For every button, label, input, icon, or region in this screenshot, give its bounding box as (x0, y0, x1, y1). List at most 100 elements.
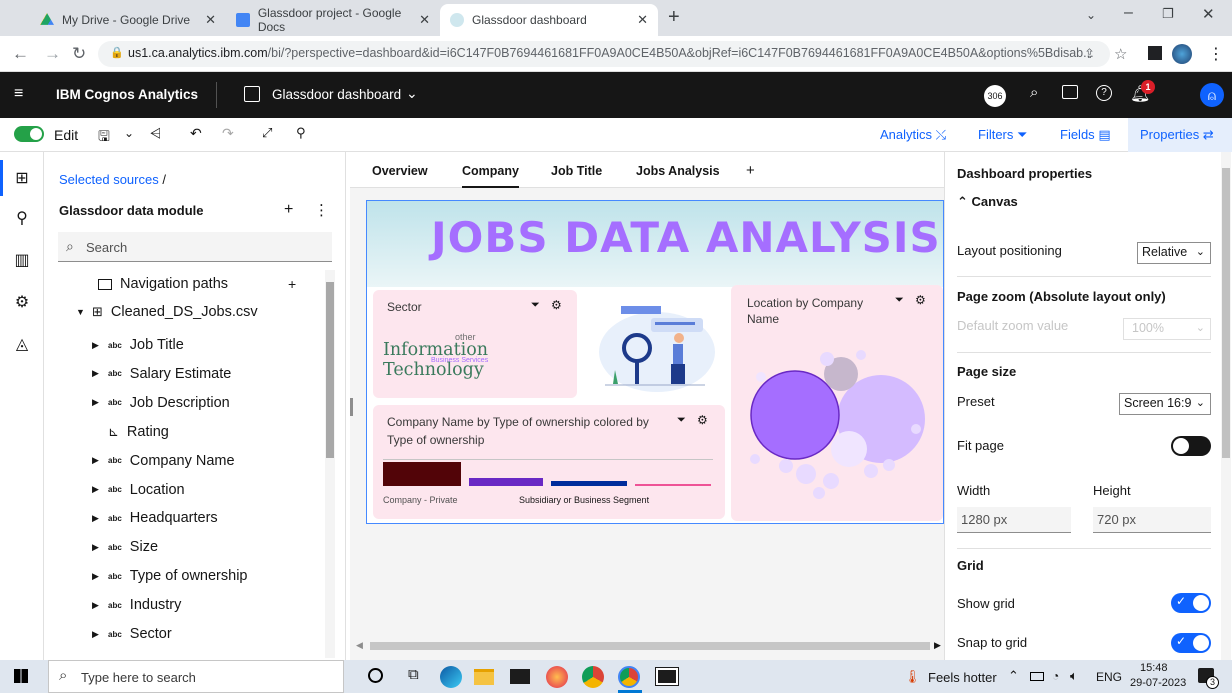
undo-icon[interactable]: ↶ (190, 125, 202, 142)
caret-right-icon[interactable]: ▶ (92, 397, 108, 408)
pin-icon[interactable]: ⚲ (296, 125, 306, 141)
more-menu-icon[interactable]: ⋮ (1208, 44, 1224, 64)
fields-button[interactable]: Fields ▤ (1060, 127, 1111, 143)
add-tab-icon[interactable]: + (746, 162, 755, 179)
caret-right-icon[interactable]: ▶ (92, 542, 108, 553)
field-item[interactable]: ▶ abc Location (92, 479, 185, 501)
url-field[interactable]: 🔒 us1.ca.analytics.ibm.com/bi/?perspecti… (98, 41, 1110, 67)
scroll-right-icon[interactable]: ▶ (934, 640, 941, 651)
properties-button[interactable]: Properties ⇄ (1128, 118, 1232, 152)
filter-icon[interactable]: ⏷ (677, 414, 686, 427)
share-icon[interactable]: ⇪ (1084, 46, 1095, 62)
save-icon[interactable]: 🖫︎ (98, 126, 110, 150)
volume-icon[interactable]: 🔈︎ (1070, 668, 1078, 684)
clock-time[interactable]: 15:48 (1140, 662, 1168, 674)
field-item[interactable]: ▶ abc Company Name (92, 450, 235, 472)
visualizations-icon[interactable]: ▥ (12, 250, 32, 270)
minimize-icon[interactable]: – (1124, 4, 1133, 22)
more-options-icon[interactable]: ⋮ (314, 201, 329, 219)
scrollbar-thumb[interactable] (1222, 168, 1230, 458)
tab-overview[interactable]: Overview (372, 164, 428, 178)
caret-right-icon[interactable]: ▶ (92, 455, 108, 466)
data-sources-icon[interactable]: ⊞ (12, 168, 32, 188)
field-item[interactable]: ▶ abc Headquarters (92, 507, 218, 529)
caret-right-icon[interactable]: ▶ (92, 484, 108, 495)
analytics-button[interactable]: Analytics ⤯ (880, 127, 946, 143)
caret-right-icon[interactable]: ▶ (92, 368, 108, 379)
horizontal-scrollbar[interactable]: ◀ ▶ (350, 640, 944, 652)
tab-company[interactable]: Company (462, 164, 519, 188)
new-tab-button[interactable]: + (668, 6, 680, 29)
ownership-card[interactable]: Company Name by Type of ownership colore… (373, 405, 725, 519)
settings-icon[interactable]: ⚙ (697, 413, 708, 427)
chevron-down-icon[interactable]: ⌄ (124, 126, 134, 140)
battery-icon[interactable] (1030, 672, 1044, 681)
snap-grid-toggle[interactable]: ✓ (1171, 633, 1211, 653)
close-window-icon[interactable]: ✕ (1202, 5, 1215, 23)
canvas-section-toggle[interactable]: ⌃ Canvas (957, 194, 1018, 210)
caret-right-icon[interactable]: ▶ (92, 629, 108, 640)
location-card[interactable]: Location by Company Name ⏷ ⚙ (731, 285, 943, 521)
cortana-icon[interactable] (368, 668, 383, 683)
language-indicator[interactable]: ENG (1096, 670, 1122, 684)
chrome-profile-icon[interactable] (618, 666, 640, 688)
filters-button[interactable]: Filters ⏷ (978, 127, 1027, 143)
mail-icon[interactable] (510, 669, 530, 684)
field-item[interactable]: ▶ abc Job Description (92, 392, 230, 414)
close-tab-icon[interactable]: ✕ (637, 12, 648, 28)
profile-avatar[interactable] (1172, 44, 1192, 64)
search-icon[interactable]: ⌕ (1030, 84, 1038, 101)
caret-right-icon[interactable]: ▶ (92, 340, 108, 351)
browser-tab-docs[interactable]: Glassdoor project - Google Docs ✕ (226, 4, 440, 36)
browser-tab-dashboard[interactable]: Glassdoor dashboard ✕ (440, 4, 658, 36)
windows-start-icon[interactable] (14, 669, 28, 683)
scrollbar-thumb[interactable] (370, 642, 930, 650)
back-icon[interactable]: ← (12, 44, 29, 64)
dashboard-title[interactable]: Glassdoor dashboard (272, 87, 401, 102)
scrollbar-track[interactable] (325, 270, 335, 658)
field-item[interactable]: ▶ abc Size (92, 536, 158, 558)
clock-date[interactable]: 29-07-2023 (1130, 677, 1186, 689)
fit-page-toggle[interactable] (1171, 436, 1211, 456)
edge-icon[interactable] (440, 666, 462, 688)
sector-card[interactable]: Sector ⏷ ⚙ other Information Technology … (373, 290, 577, 398)
edit-toggle[interactable] (14, 126, 44, 142)
user-avatar-icon[interactable]: ⍝ (1200, 83, 1224, 107)
add-nav-path-icon[interactable]: + (288, 276, 296, 292)
field-item[interactable]: ▶ abc Job Title (92, 334, 184, 356)
restore-icon[interactable]: ❐ (1162, 6, 1174, 22)
scrollbar-thumb[interactable] (326, 282, 334, 458)
photos-icon[interactable] (655, 667, 679, 686)
field-item[interactable]: ▶ abc Industry (92, 594, 181, 616)
source-search-input[interactable]: ⌕ Search (58, 232, 332, 262)
weather-text[interactable]: Feels hotter (928, 670, 997, 685)
wifi-icon[interactable]: ◔ (1052, 669, 1059, 683)
caret-right-icon[interactable]: ▶ (92, 600, 108, 611)
field-item[interactable]: ▶ abc Type of ownership (92, 565, 247, 587)
settings-icon[interactable]: ⚙ (915, 293, 926, 307)
shapes-icon[interactable]: ◬ (12, 334, 32, 354)
tab-job-title[interactable]: Job Title (551, 164, 602, 178)
field-item[interactable]: ▶ abc Sector (92, 623, 172, 645)
breadcrumb[interactable]: Selected sources / (59, 172, 166, 187)
chevron-up-icon[interactable]: ⌃ (1008, 668, 1019, 684)
task-view-icon[interactable]: ⧉ (408, 666, 419, 683)
chevron-down-icon[interactable]: ⌄ (406, 85, 418, 102)
scroll-left-icon[interactable]: ◀ (356, 640, 363, 651)
tab-jobs-analysis[interactable]: Jobs Analysis (636, 164, 720, 178)
share-icon[interactable]: ⩤ (150, 125, 161, 142)
redo-icon[interactable]: ↷ (222, 125, 234, 142)
bookmark-star-icon[interactable]: ☆ (1114, 45, 1127, 63)
caret-right-icon[interactable]: ▶ (92, 571, 108, 582)
caret-right-icon[interactable]: ▶ (92, 513, 108, 524)
taskbar-search-input[interactable]: ⌕ Type here to search (48, 660, 344, 693)
height-field[interactable]: 720 px (1093, 507, 1211, 533)
close-tab-icon[interactable]: ✕ (205, 12, 216, 28)
layout-positioning-select[interactable]: Relative ⌄ (1137, 242, 1211, 264)
help-icon[interactable]: ? (1096, 85, 1112, 101)
filter-icon[interactable]: ⏷ (895, 294, 904, 307)
add-source-icon[interactable]: + (284, 201, 293, 219)
tab-search-icon[interactable]: ⌄ (1086, 8, 1096, 22)
field-item[interactable]: ⊾ Rating (96, 421, 169, 443)
field-item[interactable]: ▶ abc Salary Estimate (92, 363, 231, 385)
